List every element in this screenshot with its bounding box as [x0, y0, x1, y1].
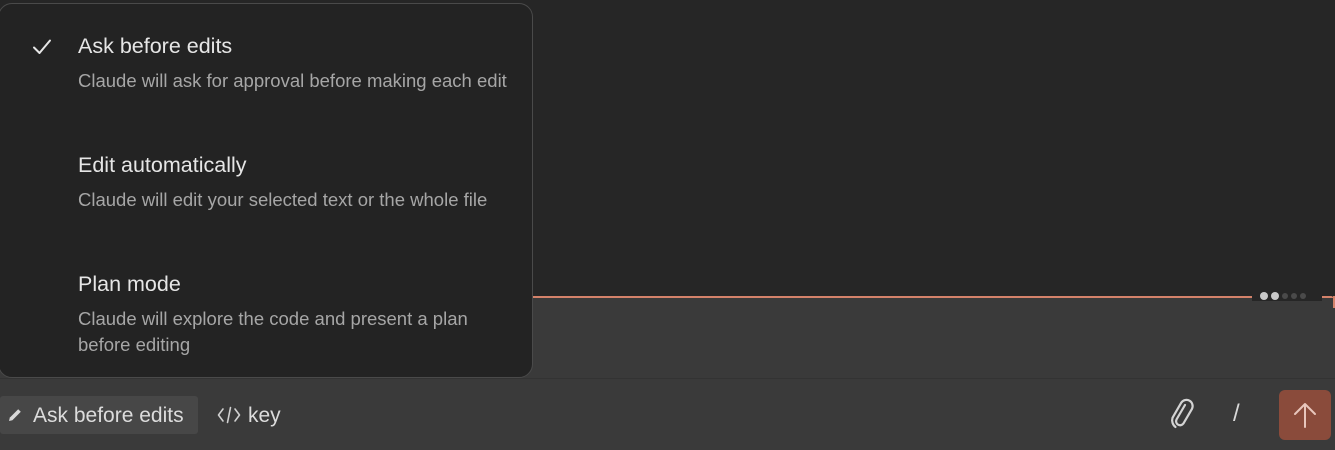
slash-command-button[interactable]: /	[1233, 400, 1249, 430]
arrow-up-icon	[1294, 403, 1316, 428]
menu-item-description: Claude will explore the code and present…	[78, 308, 468, 355]
paperclip-icon	[1171, 398, 1194, 429]
menu-item-title: Plan mode	[78, 272, 181, 296]
edit-mode-button[interactable]: Ask before edits	[0, 396, 198, 434]
menu-item-plan-mode[interactable]: Plan mode Claude will explore the code a…	[0, 242, 534, 358]
check-icon	[33, 39, 51, 54]
edit-mode-menu: Ask before edits Claude will ask for app…	[0, 3, 533, 378]
input-toolbar-divider	[0, 378, 1335, 379]
loading-dot	[1260, 292, 1268, 300]
code-icon	[217, 406, 241, 424]
menu-item-description: Claude will ask for approval before maki…	[78, 70, 507, 91]
menu-item-title: Ask before edits	[78, 34, 233, 58]
loading-dot	[1282, 293, 1288, 299]
edit-mode-label: Ask before edits	[33, 404, 184, 427]
loading-dot	[1271, 292, 1279, 300]
loading-dot	[1291, 293, 1297, 299]
menu-item-description: Claude will edit your selected text or t…	[78, 189, 488, 210]
file-context-label: key	[248, 404, 281, 427]
loading-dot	[1300, 293, 1306, 299]
attach-button[interactable]	[1168, 398, 1198, 432]
claude-code-panel: Ask before edits Claude will ask for app…	[0, 0, 1335, 450]
menu-item-edit-automatically[interactable]: Edit automatically Claude will edit your…	[0, 123, 534, 239]
pencil-icon	[9, 409, 21, 421]
menu-item-title: Edit automatically	[78, 153, 247, 177]
loading-indicator	[1252, 291, 1322, 301]
send-button[interactable]	[1279, 390, 1331, 440]
menu-item-ask-before-edits[interactable]: Ask before edits Claude will ask for app…	[0, 4, 534, 120]
